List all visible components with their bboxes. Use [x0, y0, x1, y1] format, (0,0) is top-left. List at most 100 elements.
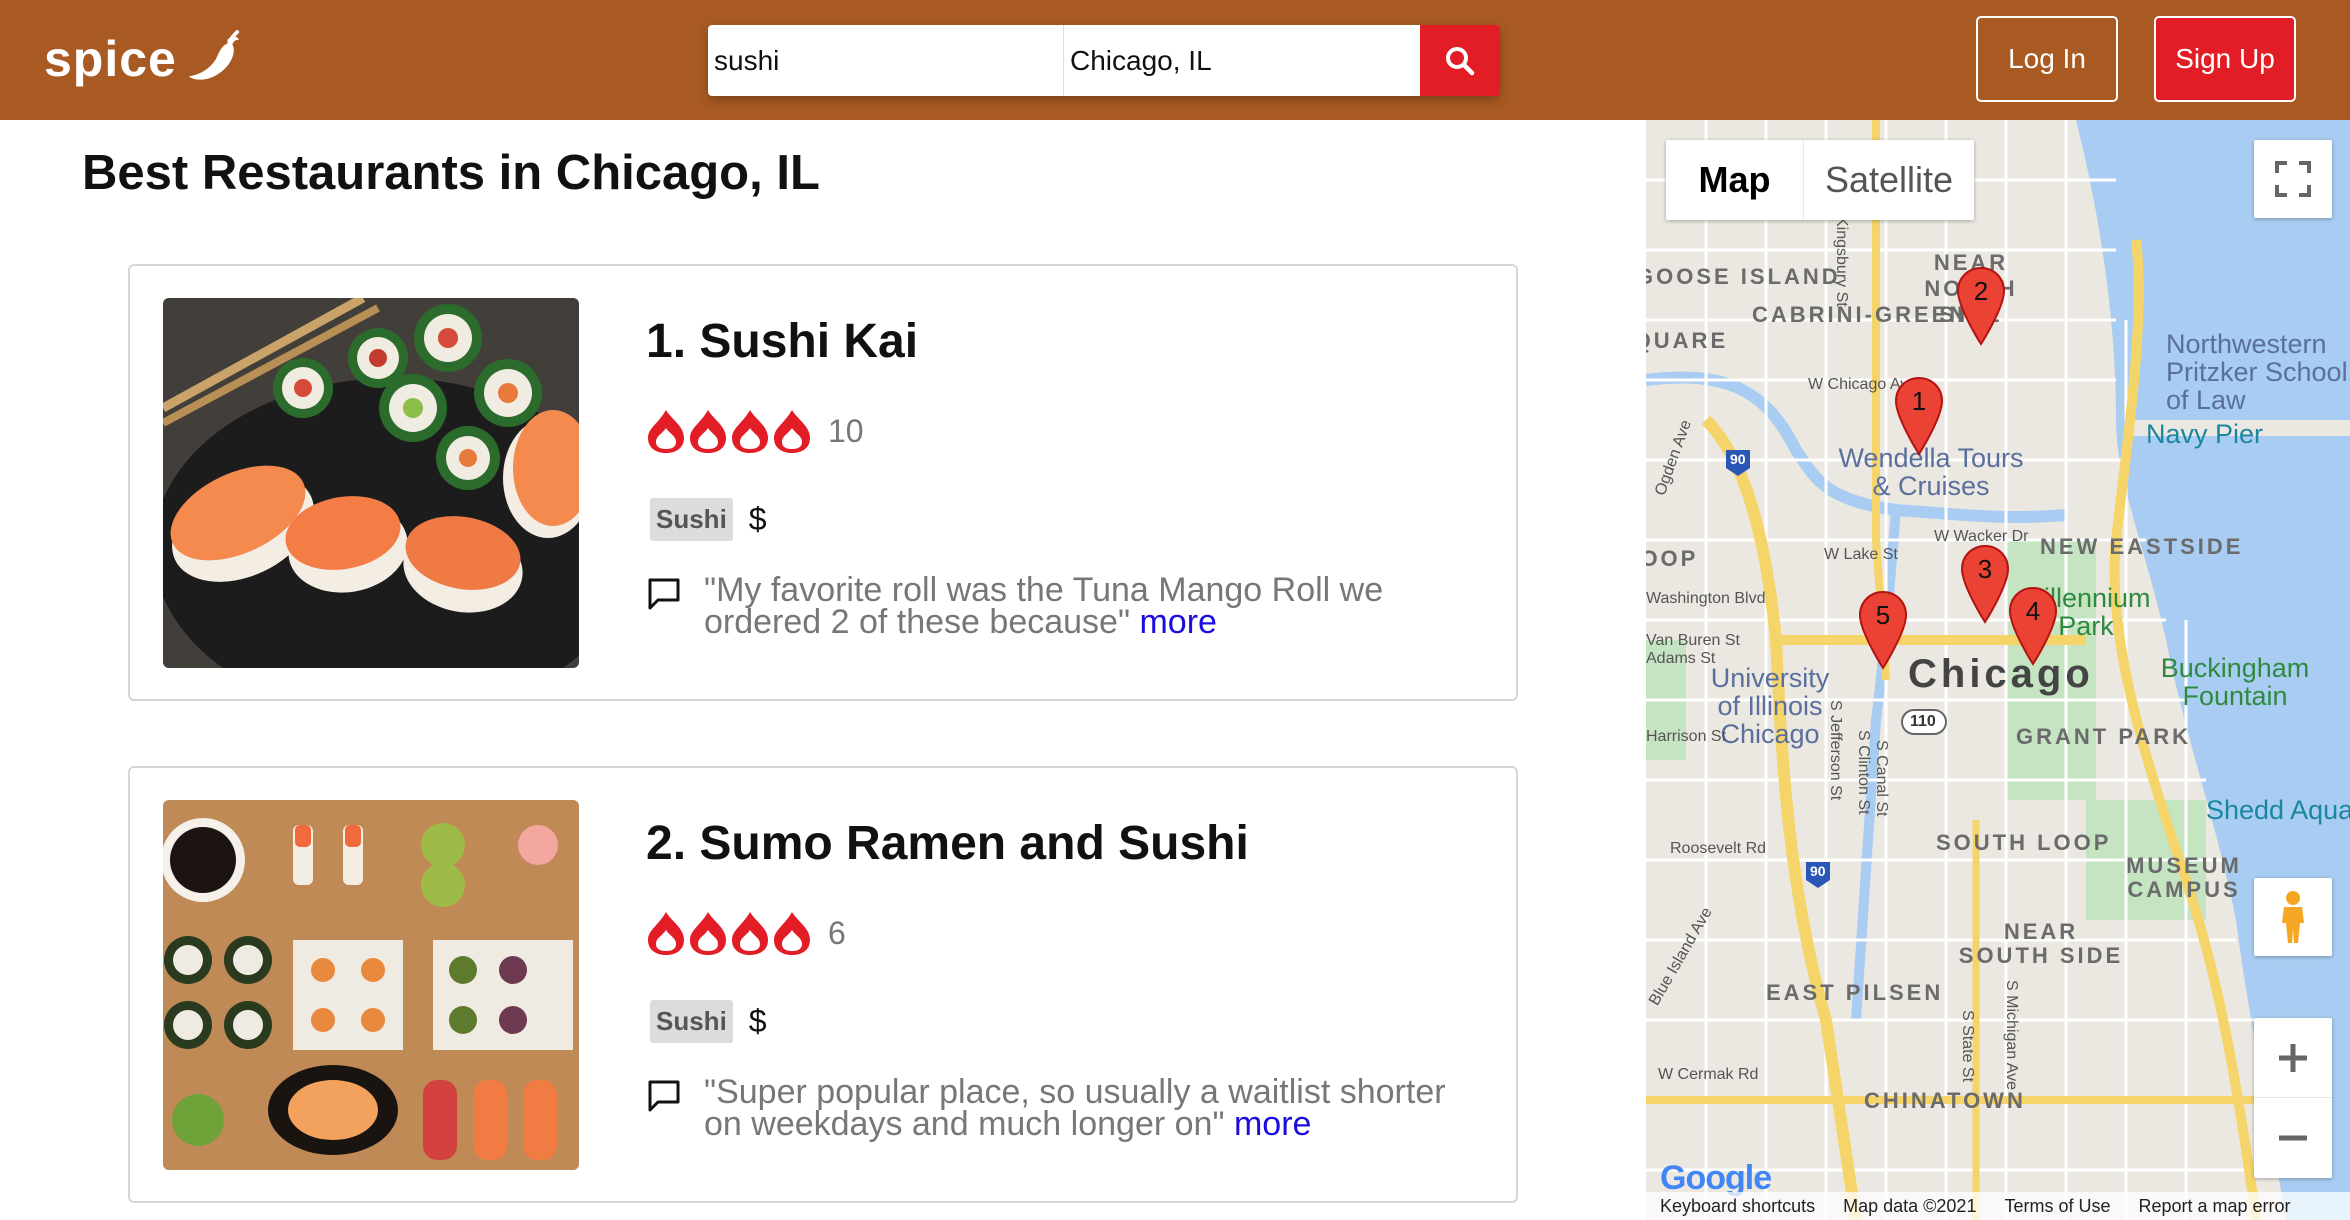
- terms-of-use-link[interactable]: Terms of Use: [2004, 1196, 2110, 1217]
- map-panel[interactable]: 90 90 110 NEAR NORTH SIDE CABRINI-GREEN …: [1646, 120, 2350, 1220]
- map-label: LOOP: [1646, 546, 1699, 571]
- map-marker[interactable]: 3: [1960, 544, 2010, 624]
- street-label: Kingsbury St: [1833, 216, 1850, 307]
- flame-icon: [690, 912, 726, 955]
- map-poi[interactable]: Navy Pier: [2146, 420, 2263, 448]
- report-map-error-link[interactable]: Report a map error: [2138, 1196, 2290, 1217]
- map-type-toggle: Map Satellite: [1666, 140, 1974, 220]
- map-footer: Keyboard shortcuts Map data ©2021 Terms …: [1646, 1192, 2350, 1220]
- map-label: SOUTH LOOP: [1936, 830, 2112, 855]
- map-label: GRANT PARK: [2016, 724, 2192, 749]
- map-poi[interactable]: Shedd Aquarium: [2206, 796, 2350, 824]
- map-marker-label: 4: [2025, 596, 2041, 626]
- restaurant-name[interactable]: 2. Sumo Ramen and Sushi: [646, 816, 1249, 871]
- street-label: Roosevelt Rd: [1670, 840, 1767, 857]
- street-label: Van Buren St: [1646, 632, 1740, 649]
- street-view-button[interactable]: [2254, 878, 2332, 956]
- restaurant-card[interactable]: 2. Sumo Ramen and Sushi 6 Sushi $ "Super…: [128, 766, 1518, 1203]
- restaurant-photo[interactable]: [163, 800, 579, 1170]
- flame-icon: [648, 912, 684, 955]
- search-icon: [1446, 46, 1475, 75]
- more-link[interactable]: more: [1139, 603, 1216, 641]
- restaurant-card[interactable]: 1. Sushi Kai 10 Sushi $ "My favorite rol…: [128, 264, 1518, 701]
- fullscreen-button[interactable]: [2254, 140, 2332, 218]
- street-label: S Canal St: [1873, 740, 1890, 817]
- review-snippet: "My favorite roll was the Tuna Mango Rol…: [646, 571, 1464, 641]
- chili-pepper-icon: [188, 30, 239, 80]
- search-bar: [708, 25, 1500, 96]
- map-data-attribution: Map data ©2021: [1843, 1195, 1977, 1216]
- review-text-block: "Super popular place, so usually a waitl…: [704, 1073, 1464, 1143]
- restaurant-photo[interactable]: [163, 298, 579, 668]
- map-poi[interactable]: Northwestern Pritzker School of Law: [2166, 330, 2350, 414]
- map-marker[interactable]: 1: [1894, 376, 1944, 456]
- flame-icon: [732, 912, 768, 955]
- fullscreen-icon: [2275, 161, 2311, 197]
- top-navbar: spice Log In Sign Up: [0, 0, 2350, 120]
- map-highway-shield: 90: [1810, 863, 1826, 879]
- tag-row: Sushi $: [650, 1000, 767, 1043]
- map-marker[interactable]: 5: [1858, 590, 1908, 670]
- street-label: Harrison St: [1646, 728, 1727, 745]
- category-tag[interactable]: Sushi: [650, 1000, 733, 1043]
- tag-row: Sushi $: [650, 498, 767, 541]
- plus-icon: [2279, 1043, 2307, 1072]
- more-link[interactable]: more: [1234, 1105, 1311, 1143]
- street-label: W Cermak Rd: [1658, 1066, 1759, 1083]
- map-marker-label: 2: [1973, 276, 1989, 306]
- flame-icon: [774, 410, 810, 453]
- map-type-map-button[interactable]: Map: [1666, 140, 1804, 220]
- review-count: 10: [828, 412, 864, 449]
- flame-icon: [648, 410, 684, 453]
- price-level: $: [748, 501, 767, 537]
- street-label: S Michigan Ave: [2003, 980, 2020, 1090]
- search-location-input[interactable]: [1064, 25, 1420, 96]
- map-marker[interactable]: 4: [2008, 586, 2058, 666]
- category-tag[interactable]: Sushi: [650, 498, 733, 541]
- street-label: Adams St: [1646, 650, 1716, 667]
- map-city-label: Chicago: [1908, 652, 2094, 696]
- street-view-pegman-icon: [2282, 891, 2304, 943]
- map-marker-label: 5: [1875, 600, 1891, 630]
- flame-icon: [774, 912, 810, 955]
- price-level: $: [748, 1003, 767, 1039]
- zoom-in-button[interactable]: [2254, 1018, 2332, 1098]
- map-type-satellite-button[interactable]: Satellite: [1804, 140, 1974, 220]
- map-label: EAST PILSEN: [1766, 980, 1944, 1005]
- map-marker[interactable]: 2: [1956, 266, 2006, 346]
- map-label: SQUARE: [1646, 328, 1729, 353]
- rating: 10: [646, 408, 864, 454]
- map-label: CHINATOWN: [1864, 1088, 2026, 1113]
- minus-icon: [2279, 1135, 2307, 1141]
- zoom-out-button[interactable]: [2254, 1098, 2332, 1178]
- map-label: MUSEUM CAMPUS: [2126, 853, 2242, 902]
- review-text: "My favorite roll was the Tuna Mango Rol…: [704, 571, 1384, 641]
- restaurant-name[interactable]: 1. Sushi Kai: [646, 314, 918, 369]
- map-label: NEW EASTSIDE: [2040, 534, 2244, 559]
- search-query-input[interactable]: [708, 25, 1064, 96]
- speech-bubble-icon: [648, 1080, 680, 1112]
- page-title: Best Restaurants in Chicago, IL: [82, 146, 820, 200]
- map-highway-shield: 110: [1910, 713, 1936, 730]
- street-label: W Lake St: [1824, 546, 1898, 563]
- map-poi[interactable]: Buckingham Fountain: [2150, 654, 2320, 710]
- spice-logo[interactable]: spice: [44, 30, 243, 88]
- street-label: Washington Blvd: [1646, 590, 1766, 607]
- review-snippet: "Super popular place, so usually a waitl…: [646, 1073, 1464, 1143]
- street-label: S State St: [1959, 1010, 1976, 1083]
- logo-text: spice: [44, 31, 177, 87]
- signup-button[interactable]: Sign Up: [2154, 16, 2296, 102]
- map-highway-shield: 90: [1730, 451, 1746, 467]
- street-label: S Clinton St: [1855, 730, 1872, 815]
- review-text: "Super popular place, so usually a waitl…: [704, 1073, 1446, 1143]
- keyboard-shortcuts-link[interactable]: Keyboard shortcuts: [1660, 1196, 1815, 1217]
- search-button[interactable]: [1420, 25, 1500, 96]
- rating: 6: [646, 910, 846, 956]
- map-label: GOOSE ISLAND: [1646, 264, 1841, 289]
- speech-bubble-icon: [648, 578, 680, 610]
- login-button[interactable]: Log In: [1976, 16, 2118, 102]
- map-marker-label: 1: [1911, 386, 1927, 416]
- review-count: 6: [828, 914, 846, 951]
- review-text-block: "My favorite roll was the Tuna Mango Rol…: [704, 571, 1464, 641]
- map-label: CABRINI-GREEN: [1752, 302, 1969, 327]
